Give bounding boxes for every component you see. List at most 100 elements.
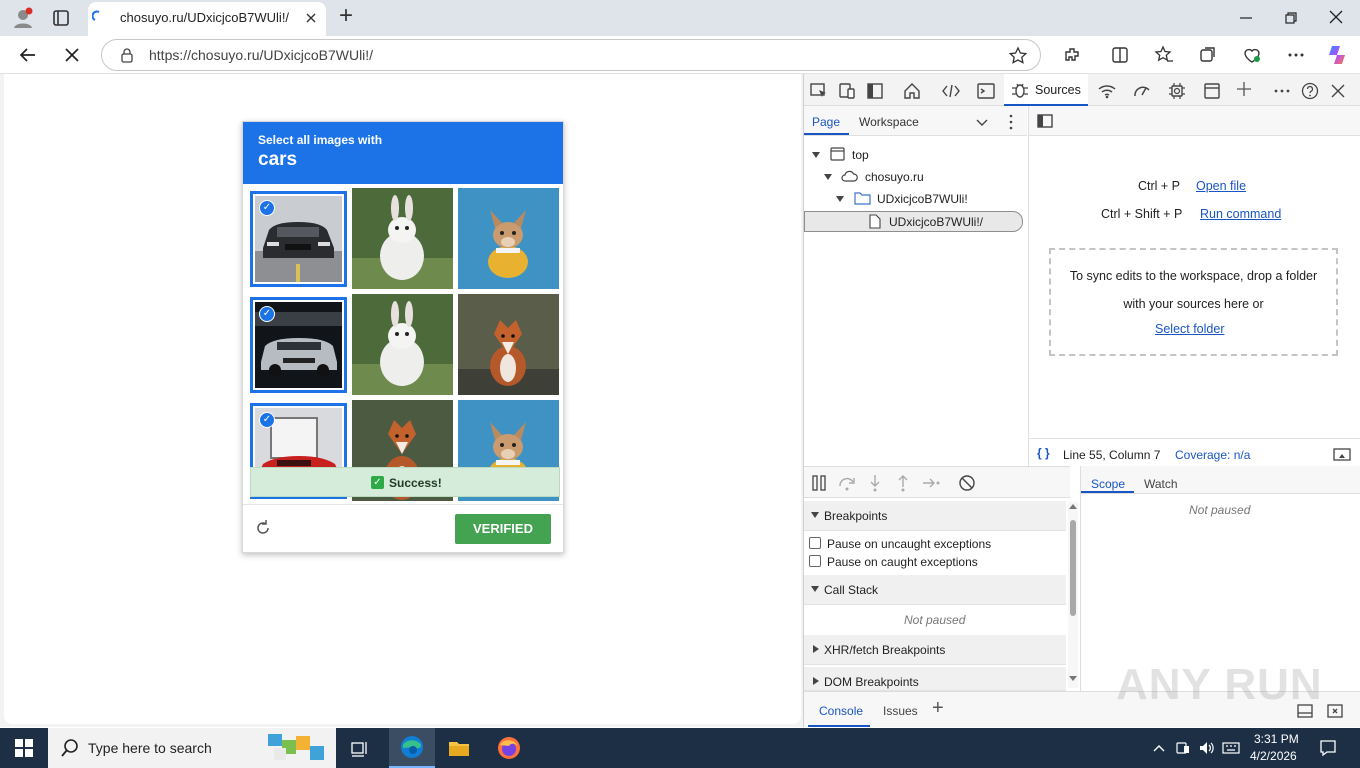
favorite-star-icon[interactable] — [1008, 46, 1028, 66]
performance-icon[interactable] — [1242, 45, 1262, 65]
copilot-icon[interactable] — [1326, 43, 1350, 67]
captcha-tile-rabbit-1[interactable] — [352, 188, 453, 289]
close-window-icon[interactable] — [1328, 9, 1344, 25]
tab-actions-icon[interactable] — [52, 9, 70, 27]
section-call-stack[interactable]: Call Stack — [804, 575, 1066, 605]
url-text[interactable]: https://chosuyo.ru/UDxicjcoB7WUli!/ — [149, 47, 373, 63]
scrollbar-thumb[interactable] — [1070, 520, 1076, 616]
close-devtools-icon[interactable] — [1328, 81, 1348, 101]
clock-date[interactable]: 4/2/2026 — [1250, 749, 1297, 763]
captcha-tile-fox-1[interactable] — [458, 294, 559, 395]
edge-taskbar-icon[interactable] — [389, 728, 435, 768]
file-explorer-icon[interactable] — [448, 738, 470, 758]
chevron-down-icon[interactable] — [972, 112, 992, 132]
extensions-icon[interactable] — [1062, 45, 1082, 65]
firefox-icon[interactable] — [497, 736, 521, 760]
open-file-link[interactable]: Open file — [1196, 179, 1246, 193]
step-into-icon[interactable] — [865, 473, 885, 493]
tab-scope[interactable]: Scope — [1091, 477, 1125, 491]
scroll-down-arrow-icon[interactable] — [1069, 676, 1077, 681]
tree-item-domain[interactable]: chosuyo.ru — [804, 167, 1027, 187]
section-breakpoints[interactable]: Breakpoints — [804, 501, 1066, 531]
toggle-navigator-icon[interactable] — [1035, 111, 1055, 131]
pause-uncaught-checkbox[interactable] — [809, 537, 821, 549]
collections-icon[interactable] — [1198, 45, 1218, 65]
windows-start-icon[interactable] — [15, 739, 33, 757]
tree-item-folder[interactable]: UDxicjcoB7WUli! — [804, 189, 1027, 209]
refresh-icon[interactable] — [254, 519, 272, 537]
restore-icon[interactable] — [1283, 10, 1299, 26]
back-icon[interactable] — [18, 45, 38, 65]
step-icon[interactable] — [921, 473, 941, 493]
captcha-widget: Select all images with cars ✓ ✓ ✓ ✓ Succ… — [242, 121, 564, 553]
console-icon[interactable] — [976, 81, 996, 101]
inspect-icon[interactable] — [809, 81, 829, 101]
taskbar-search[interactable]: Type here to search — [48, 728, 336, 768]
pause-uncaught-option[interactable]: Pause on uncaught exceptions — [809, 536, 1059, 552]
section-dom-breakpoints[interactable]: DOM Breakpoints — [804, 667, 1066, 691]
run-command-link[interactable]: Run command — [1200, 207, 1281, 221]
select-folder-link[interactable]: Select folder — [1155, 322, 1224, 336]
more-tools-plus-icon[interactable] — [1234, 79, 1254, 99]
notifications-icon[interactable] — [1318, 738, 1338, 758]
scroll-up-arrow-icon[interactable] — [1069, 504, 1077, 509]
step-out-icon[interactable] — [893, 473, 913, 493]
volume-icon[interactable] — [1198, 740, 1216, 756]
split-screen-icon[interactable] — [1110, 45, 1130, 65]
network-tray-icon[interactable] — [1175, 740, 1191, 756]
ime-keyboard-icon[interactable] — [1222, 740, 1240, 756]
device-toolbar-icon[interactable] — [837, 81, 857, 101]
tree-item-file[interactable]: UDxicjcoB7WUli!/ — [804, 211, 1023, 232]
toggle-debugger-icon[interactable] — [1332, 444, 1352, 464]
close-tab-icon[interactable] — [304, 11, 318, 25]
stop-loading-icon[interactable] — [62, 45, 82, 65]
dock-side-icon[interactable] — [865, 81, 885, 101]
pretty-print-button[interactable]: { } — [1037, 446, 1050, 460]
debugger-toolbar — [804, 466, 1070, 498]
captcha-tile-rabbit-2[interactable] — [352, 294, 453, 395]
captcha-tile-dog-1[interactable] — [458, 188, 559, 289]
tab-issues[interactable]: Issues — [883, 704, 918, 718]
debugger-scrollbar[interactable] — [1068, 502, 1078, 688]
browser-tab[interactable]: chosuyo.ru/UDxicjcoB7WUli!/ — [88, 2, 326, 36]
lock-icon[interactable] — [119, 47, 135, 63]
address-bar[interactable]: https://chosuyo.ru/UDxicjcoB7WUli!/ — [101, 39, 1041, 71]
network-icon[interactable] — [1097, 81, 1117, 101]
verify-button[interactable]: VERIFIED — [455, 514, 551, 544]
elements-icon[interactable] — [941, 81, 961, 101]
step-over-icon[interactable] — [837, 473, 857, 493]
new-tab-button[interactable]: + — [339, 2, 353, 30]
tray-chevron-icon[interactable] — [1152, 742, 1166, 754]
profile-icon[interactable] — [12, 7, 34, 29]
task-view-icon[interactable] — [350, 738, 370, 758]
favorites-icon[interactable] — [1154, 45, 1174, 65]
pause-icon[interactable] — [809, 473, 829, 493]
deactivate-breakpoints-icon[interactable] — [957, 473, 977, 493]
welcome-home-icon[interactable] — [902, 81, 922, 101]
coverage-status[interactable]: Coverage: n/a — [1175, 448, 1250, 462]
performance-panel-icon[interactable] — [1132, 81, 1152, 101]
tab-console[interactable]: Console — [819, 704, 863, 718]
memory-icon[interactable] — [1167, 81, 1187, 101]
tab-watch[interactable]: Watch — [1144, 477, 1178, 491]
drawer-add-tab-button[interactable]: + — [932, 697, 944, 720]
captcha-tile-car-1[interactable]: ✓ — [250, 191, 347, 287]
workspace-drop-zone[interactable]: To sync edits to the workspace, drop a f… — [1049, 248, 1338, 356]
tab-workspace[interactable]: Workspace — [859, 115, 919, 129]
minimize-icon[interactable] — [1238, 10, 1254, 26]
tree-item-top[interactable]: top — [804, 145, 1027, 165]
help-icon[interactable] — [1300, 81, 1320, 101]
tab-sources[interactable]: Sources — [1004, 74, 1088, 106]
application-icon[interactable] — [1202, 81, 1222, 101]
clock-time[interactable]: 3:31 PM — [1254, 732, 1299, 746]
close-drawer-icon[interactable] — [1325, 701, 1345, 721]
more-menu-icon[interactable] — [1286, 45, 1306, 65]
captcha-tile-car-2[interactable]: ✓ — [250, 297, 347, 393]
tab-console-underline — [808, 725, 870, 727]
devtools-more-icon[interactable] — [1272, 81, 1292, 101]
pause-caught-option[interactable]: Pause on caught exceptions — [809, 554, 1059, 570]
section-xhr-breakpoints[interactable]: XHR/fetch Breakpoints — [804, 635, 1066, 665]
navigator-more-icon[interactable] — [1001, 112, 1021, 132]
pause-caught-checkbox[interactable] — [809, 555, 821, 567]
tab-page[interactable]: Page — [812, 115, 840, 129]
